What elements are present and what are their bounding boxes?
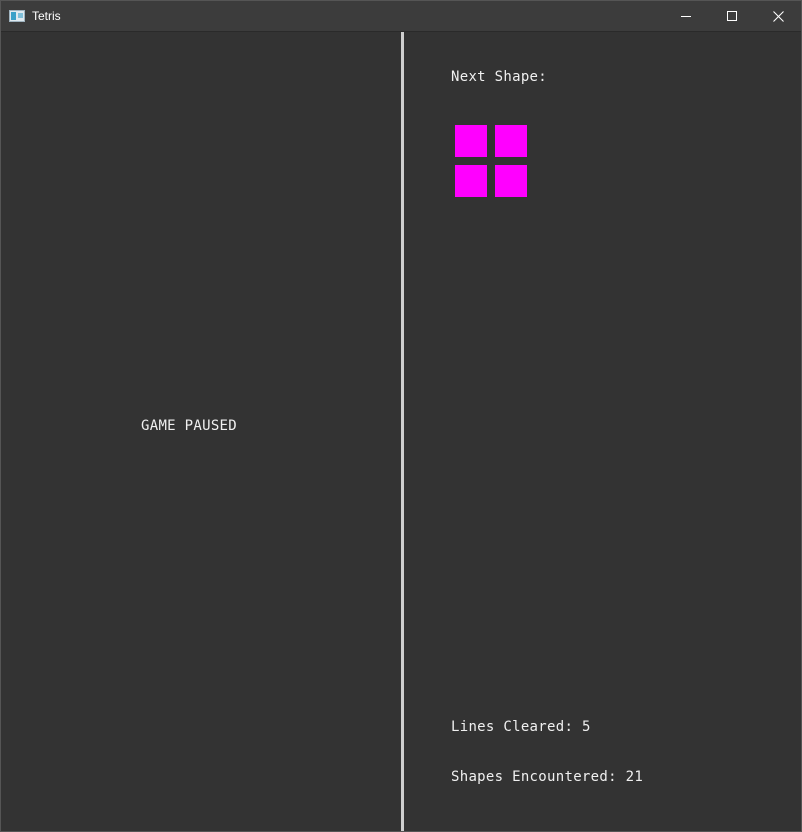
close-icon [772,10,784,22]
next-shape-block [455,125,487,157]
next-shape-block [495,125,527,157]
info-panel: Next Shape: Lines Cleared: 5 Shapes Enco… [404,32,801,831]
minimize-button[interactable] [663,1,709,31]
app-window: Tetris GAME PAUSED Next Shape: Lines Cle… [0,0,802,832]
tetris-app-icon [9,10,25,22]
next-shape-preview [455,125,535,205]
title-bar[interactable]: Tetris [1,1,801,32]
next-shape-block [455,165,487,197]
shapes-encountered-label: Shapes Encountered: [451,769,617,785]
shapes-encountered-stat: Shapes Encountered: 21 [451,769,643,785]
next-shape-label: Next Shape: [451,69,548,85]
lines-cleared-value: 5 [581,719,591,735]
maximize-button[interactable] [709,1,755,31]
minimize-icon [681,16,691,17]
window-title: Tetris [32,9,61,23]
game-board[interactable]: GAME PAUSED [1,32,401,831]
next-shape-block [495,165,527,197]
shapes-encountered-value: 21 [625,769,644,785]
game-paused-text: GAME PAUSED [141,418,238,434]
lines-cleared-stat: Lines Cleared: 5 [451,719,591,735]
maximize-icon [727,11,737,21]
lines-cleared-label: Lines Cleared: [451,719,574,735]
close-button[interactable] [755,1,801,31]
